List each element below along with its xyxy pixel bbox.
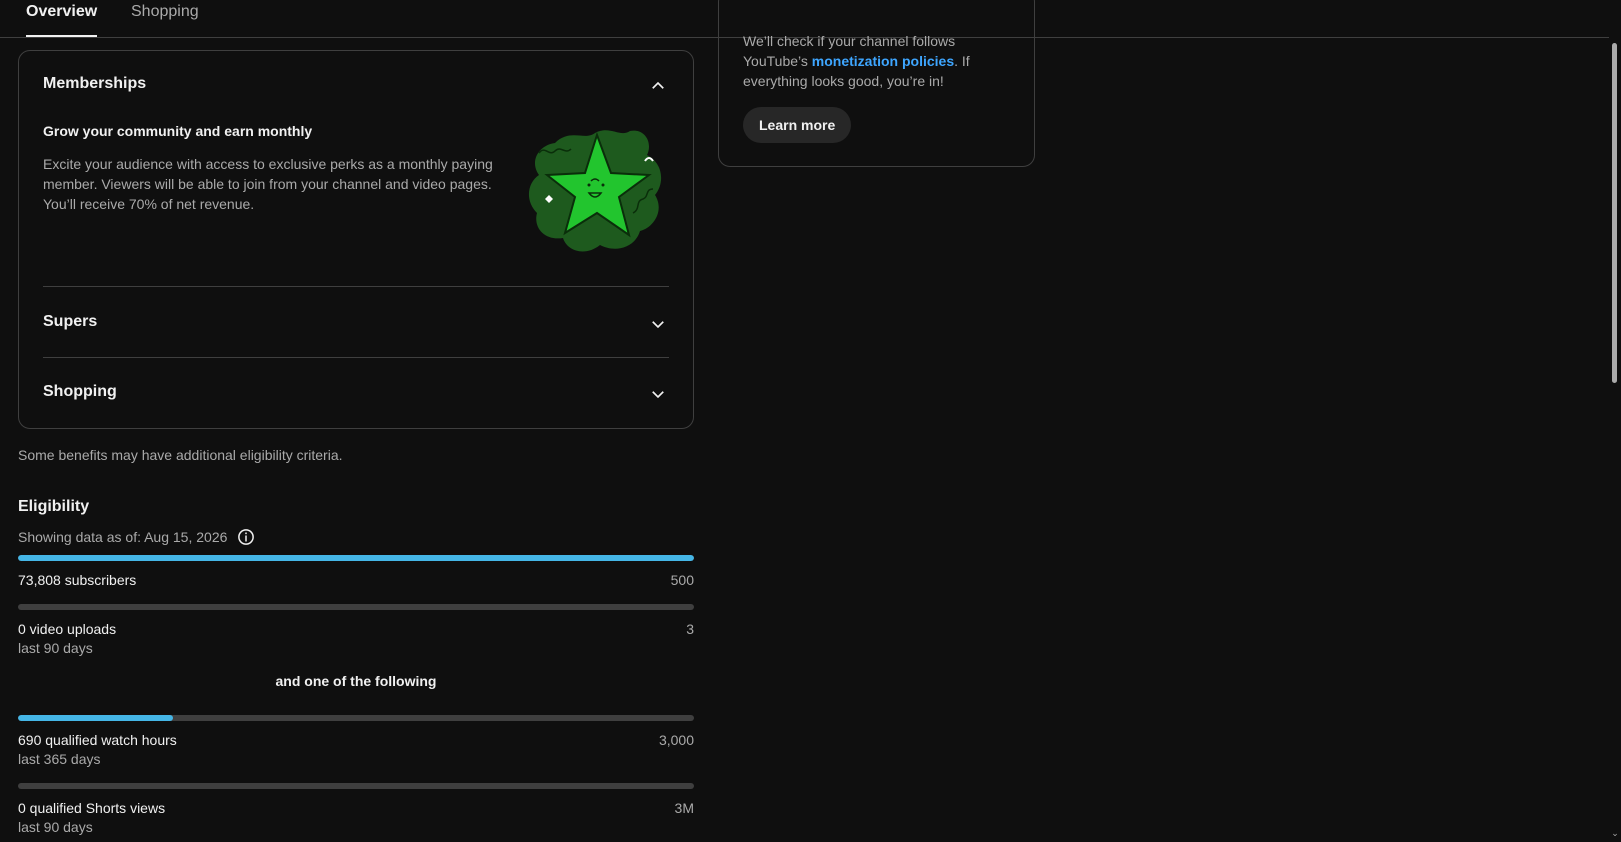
tab-overview[interactable]: Overview	[26, 0, 98, 37]
shopping-title[interactable]: Shopping	[43, 383, 117, 401]
shorts-views-target: 3M	[674, 800, 694, 816]
memberships-heading: Grow your community and earn monthly	[43, 123, 313, 139]
divider	[43, 286, 669, 287]
tab-shopping[interactable]: Shopping	[131, 0, 199, 35]
shorts-views-label: 0 qualified Shorts views	[18, 800, 166, 816]
divider	[43, 357, 669, 358]
benefits-card: Memberships Grow your community and earn…	[18, 50, 694, 429]
watch-hours-label: 690 qualified watch hours	[18, 732, 177, 748]
learn-more-button[interactable]: Learn more	[743, 107, 852, 143]
shorts-views-progress-bar	[18, 783, 694, 789]
scroll-down-icon[interactable]: ⌄	[1609, 828, 1621, 840]
as-of-text: Showing data as of: Aug 15, 2026	[18, 529, 228, 545]
monetization-policies-link[interactable]: monetization policies	[812, 53, 954, 69]
policy-card: We’ll check if your channel follows YouT…	[718, 0, 1035, 167]
uploads-label: 0 video uploads	[18, 621, 117, 637]
scrollbar-thumb[interactable]	[1612, 43, 1617, 383]
subscribers-label: 73,808 subscribers	[18, 572, 137, 588]
shorts-views-period: last 90 days	[18, 819, 93, 835]
uploads-period: last 90 days	[18, 640, 93, 656]
policy-text: We’ll check if your channel follows YouT…	[743, 33, 970, 89]
watch-hours-period: last 365 days	[18, 751, 101, 767]
chevron-up-icon[interactable]	[649, 77, 667, 95]
subscribers-target: 500	[670, 572, 694, 588]
green-star-icon	[525, 123, 665, 257]
chevron-down-icon[interactable]	[649, 385, 667, 403]
watch-hours-progress-bar	[18, 715, 694, 721]
chevron-down-icon[interactable]	[649, 315, 667, 333]
eligibility-title: Eligibility	[18, 498, 90, 515]
uploads-progress-bar	[18, 604, 694, 610]
data-as-of: Showing data as of: Aug 15, 2026	[18, 528, 255, 546]
uploads-target: 3	[686, 621, 694, 637]
watch-hours-target: 3,000	[658, 732, 694, 748]
eligibility-note: Some benefits may have additional eligib…	[18, 447, 343, 463]
supers-title[interactable]: Supers	[43, 313, 97, 331]
or-text: and one of the following	[275, 673, 437, 689]
info-icon[interactable]	[237, 528, 255, 546]
memberships-description: Excite your audience with access to excl…	[43, 156, 493, 212]
subscribers-progress-bar	[18, 555, 694, 561]
memberships-title[interactable]: Memberships	[43, 75, 146, 93]
